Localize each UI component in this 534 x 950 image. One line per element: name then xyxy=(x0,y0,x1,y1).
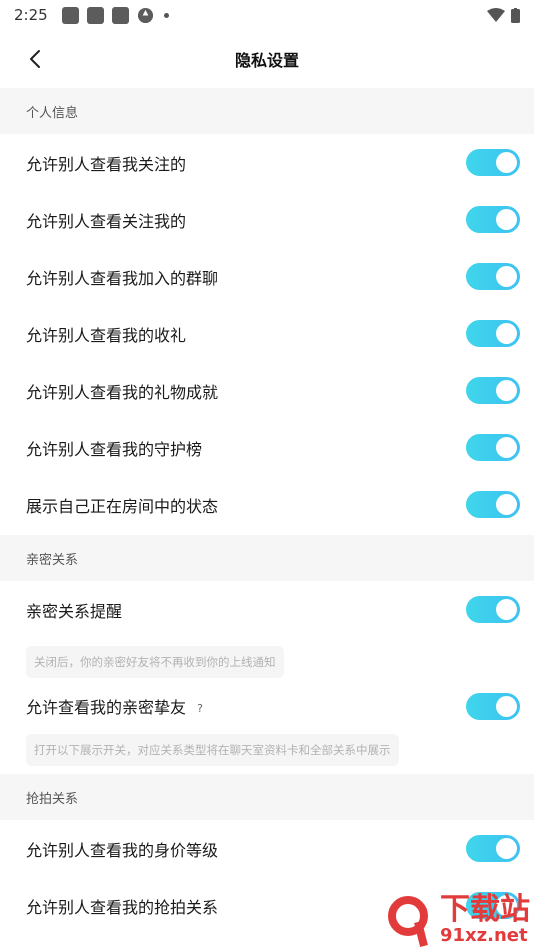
setting-row: 允许别人查看我的守护榜 xyxy=(0,419,534,476)
toggle-switch[interactable] xyxy=(466,596,520,623)
setting-label: 展示自己正在房间中的状态 xyxy=(26,496,219,516)
watermark: 下载站 91xz.net xyxy=(384,892,530,948)
watermark-logo-icon xyxy=(388,896,428,947)
wifi-icon xyxy=(487,8,505,22)
setting-row: 允许别人查看我的礼物成就 xyxy=(0,362,534,419)
notification-icons xyxy=(61,6,169,24)
section-header-intimate-relations: 亲密关系 xyxy=(0,535,534,581)
setting-row: 展示自己正在房间中的状态 xyxy=(0,476,534,533)
toggle-switch[interactable] xyxy=(466,835,520,862)
notification-icon xyxy=(61,6,79,24)
hint-text: 打开以下展示开关，对应关系类型将在聊天室资料卡和全部关系中展示 xyxy=(26,734,399,766)
more-notifications-icon xyxy=(163,12,169,18)
page-title: 隐私设置 xyxy=(234,51,299,70)
notification-icon xyxy=(111,6,129,24)
toggle-switch[interactable] xyxy=(466,149,520,176)
status-time: 2:25 xyxy=(14,6,48,24)
toggle-switch[interactable] xyxy=(466,491,520,518)
toggle-switch[interactable] xyxy=(466,263,520,290)
setting-label: 允许别人查看我的身价等级 xyxy=(26,840,219,860)
section-header-snatch-relations: 抢拍关系 xyxy=(0,774,534,820)
setting-row: 允许别人查看我关注的 xyxy=(0,134,534,191)
setting-label: 允许别人查看我的守护榜 xyxy=(26,439,203,459)
setting-row: 亲密关系提醒 xyxy=(0,581,534,638)
toggle-switch[interactable] xyxy=(466,434,520,461)
setting-row: 允许查看我的亲密挚友? xyxy=(0,686,534,726)
setting-label: 亲密关系提醒 xyxy=(26,601,123,621)
toggle-switch[interactable] xyxy=(466,692,520,720)
toggle-switch[interactable] xyxy=(466,320,520,347)
watermark-title: 下载站 xyxy=(440,892,530,927)
aperture-icon xyxy=(137,7,153,23)
setting-label: 允许别人查看我的礼物成就 xyxy=(26,382,219,402)
setting-row: 允许别人查看我的身价等级 xyxy=(0,820,534,877)
back-icon[interactable] xyxy=(24,47,48,71)
hint-text: 关闭后，你的亲密好友将不再收到你的上线通知 xyxy=(26,646,284,678)
status-bar: 2:25 xyxy=(0,0,534,30)
setting-label: 允许别人查看我关注的 xyxy=(26,154,187,174)
section-header-personal-info: 个人信息 xyxy=(0,88,534,134)
notification-icon xyxy=(86,6,104,24)
battery-icon xyxy=(511,7,520,23)
help-icon[interactable]: ? xyxy=(192,701,208,717)
toggle-switch[interactable] xyxy=(466,377,520,404)
setting-label-wrap: 允许查看我的亲密挚友? xyxy=(26,694,466,718)
toggle-switch[interactable] xyxy=(466,206,520,233)
setting-label: 允许别人查看关注我的 xyxy=(26,211,187,231)
setting-label: 允许查看我的亲密挚友 xyxy=(26,698,187,717)
setting-row: 允许别人查看关注我的 xyxy=(0,191,534,248)
setting-row: 允许别人查看我加入的群聊 xyxy=(0,248,534,305)
watermark-url: 91xz.net xyxy=(440,925,528,946)
nav-bar: 隐私设置 xyxy=(0,30,534,88)
setting-label: 允许别人查看我加入的群聊 xyxy=(26,268,219,288)
setting-label: 允许别人查看我的收礼 xyxy=(26,325,187,345)
setting-row: 允许别人查看我的收礼 xyxy=(0,305,534,362)
